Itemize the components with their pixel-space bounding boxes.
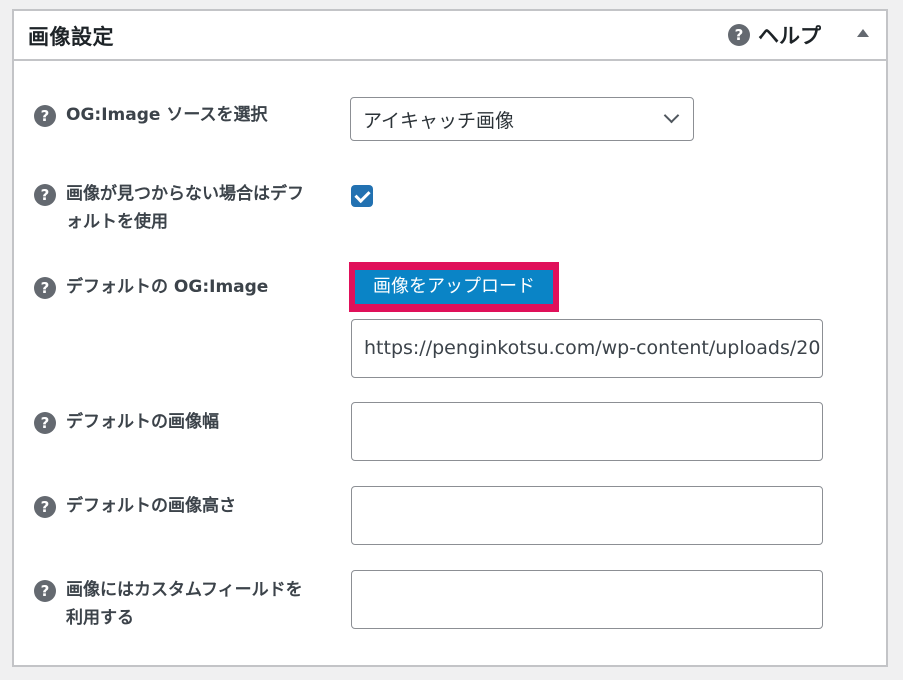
help-icon[interactable]: ? — [34, 184, 56, 206]
help-icon: ? — [728, 24, 750, 46]
help-icon[interactable]: ? — [34, 580, 56, 602]
panel-title: 画像設定 — [28, 25, 114, 49]
panel-header: 画像設定 ? ヘルプ — [14, 11, 886, 61]
og-image-source-select[interactable]: アイキャッチ画像 — [350, 97, 694, 141]
custom-field-input[interactable] — [351, 570, 823, 629]
default-image-url-input[interactable]: https://penginkotsu.com/wp-content/uploa… — [351, 319, 823, 378]
help-link[interactable]: ? ヘルプ — [728, 20, 821, 50]
row-label: 画像が見つからない場合はデフォルトを使用 — [66, 184, 304, 232]
collapse-toggle-icon[interactable] — [857, 29, 869, 37]
checkmark-icon — [353, 186, 371, 203]
default-height-input[interactable] — [351, 486, 823, 545]
select-value: アイキャッチ画像 — [363, 109, 515, 132]
row-label: デフォルトの画像高さ — [66, 496, 236, 516]
image-settings-panel: 画像設定 ? ヘルプ ? OG:Image ソースを選択 アイキャッチ画像 ? … — [12, 9, 888, 667]
help-label: ヘルプ — [758, 24, 821, 48]
row-label: デフォルトの OG:Image — [66, 277, 269, 297]
upload-image-button[interactable]: 画像をアップロード — [355, 270, 553, 304]
row-label: OG:Image ソースを選択 — [66, 105, 268, 125]
default-width-input[interactable] — [351, 402, 823, 461]
row-label: デフォルトの画像幅 — [66, 412, 219, 432]
chevron-down-icon — [663, 107, 680, 124]
row-label: 画像にはカスタムフィールドを利用する — [66, 580, 303, 628]
help-icon[interactable]: ? — [34, 496, 56, 518]
help-icon[interactable]: ? — [34, 105, 56, 127]
help-icon[interactable]: ? — [34, 277, 56, 299]
use-default-checkbox[interactable] — [351, 185, 373, 207]
upload-button-highlight: 画像をアップロード — [349, 262, 559, 312]
help-icon[interactable]: ? — [34, 412, 56, 434]
